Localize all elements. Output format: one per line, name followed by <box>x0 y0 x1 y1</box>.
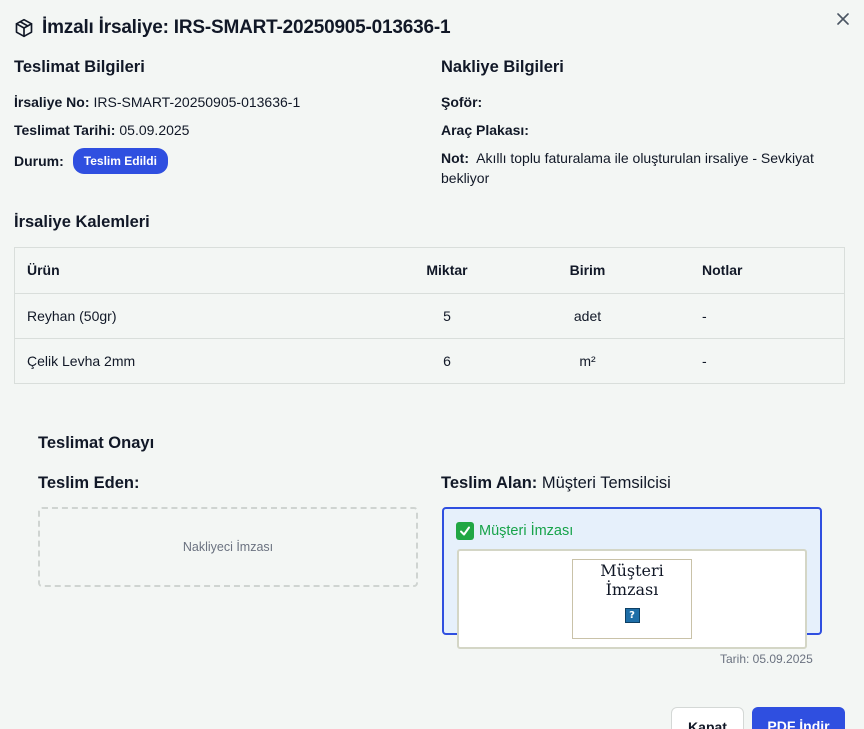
table-row: Çelik Levha 2mm 6 m² - <box>15 338 844 383</box>
cell-urun: Reyhan (50gr) <box>15 293 409 339</box>
not-row: Not: Akıllı toplu faturalama ile oluştur… <box>441 148 851 188</box>
arac-plakasi-label: Araç Plakası: <box>441 122 529 138</box>
deliverer-signature-box: Nakliyeci İmzası <box>38 507 418 587</box>
receiver-signature-title: Müşteri İmzası <box>479 523 574 539</box>
column-header-urun: Ürün <box>15 248 409 294</box>
items-title: İrsaliye Kalemleri <box>14 213 150 231</box>
teslim-eden-label: Teslim Eden: <box>38 474 140 492</box>
cell-urun: Çelik Levha 2mm <box>27 352 136 369</box>
teslim-alan-row: Teslim Alan: Müşteri Temsilcisi <box>441 474 671 493</box>
signature-frame: Müşteri İmzası ? <box>457 549 807 649</box>
teslimat-tarihi-row: Teslimat Tarihi: 05.09.2025 <box>14 120 424 140</box>
table-header-row: Ürün Miktar Birim Notlar <box>15 248 844 294</box>
cell-notlar: - <box>690 293 844 339</box>
receiver-signature-header: Müşteri İmzası <box>456 522 573 540</box>
irsaliye-no-label: İrsaliye No: <box>14 94 90 110</box>
shipping-info-section: Nakliye Bilgileri Şoför: Araç Plakası: N… <box>441 58 851 196</box>
delivery-info-title: Teslimat Bilgileri <box>14 58 145 76</box>
column-header-birim: Birim <box>485 248 690 294</box>
page-title: İmzalı İrsaliye: IRS-SMART-20250905-0136… <box>42 17 451 38</box>
shipping-info-title: Nakliye Bilgileri <box>441 58 564 76</box>
table-row: Reyhan (50gr) 5 adet - <box>15 293 844 339</box>
package-icon <box>14 18 34 38</box>
approval-title: Teslimat Onayı <box>38 434 155 452</box>
close-button[interactable] <box>834 10 852 28</box>
close-dialog-button[interactable]: Kapat <box>671 707 744 729</box>
cell-birim: m² <box>579 352 596 369</box>
signature-date: Tarih: 05.09.2025 <box>720 652 813 666</box>
deliverer-signature-placeholder: Nakliyeci İmzası <box>182 540 274 554</box>
check-icon <box>456 522 474 540</box>
signature-image-alt: Müşteri İmzası <box>600 561 664 599</box>
column-header-notlar: Notlar <box>690 248 844 294</box>
delivery-info-section: Teslimat Bilgileri İrsaliye No: IRS-SMAR… <box>14 58 424 182</box>
durum-label: Durum: <box>14 153 64 169</box>
signature-image: Müşteri İmzası ? <box>572 559 692 639</box>
irsaliye-no-row: İrsaliye No: IRS-SMART-20250905-013636-1 <box>14 92 424 112</box>
column-header-miktar: Miktar <box>409 248 485 294</box>
teslimat-tarihi-label: Teslimat Tarihi: <box>14 122 116 138</box>
close-icon <box>837 13 849 25</box>
teslimat-tarihi-value: 05.09.2025 <box>119 122 190 138</box>
items-table: Ürün Miktar Birim Notlar Reyhan (50gr) 5… <box>14 247 845 384</box>
cell-miktar: 5 <box>409 293 485 339</box>
irsaliye-no-value: IRS-SMART-20250905-013636-1 <box>93 94 301 110</box>
not-value: Akıllı toplu faturalama ile oluşturulan … <box>441 150 814 186</box>
broken-image-icon: ? <box>624 608 640 623</box>
arac-plakasi-row: Araç Plakası: <box>441 120 851 140</box>
durum-row: Durum: Teslim Edildi <box>14 148 424 174</box>
title-row: İmzalı İrsaliye: IRS-SMART-20250905-0136… <box>14 17 451 39</box>
sofor-label: Şoför: <box>441 94 483 110</box>
cell-birim: adet <box>485 293 690 339</box>
teslim-alan-value: Müşteri Temsilcisi <box>541 474 671 492</box>
sofor-row: Şoför: <box>441 92 851 112</box>
status-badge: Teslim Edildi <box>72 148 168 174</box>
cell-notlar: - <box>702 352 707 369</box>
not-label: Not: <box>441 150 469 166</box>
download-pdf-button[interactable]: PDF İndir <box>752 707 845 729</box>
cell-miktar: 6 <box>443 352 451 369</box>
teslim-alan-label: Teslim Alan: <box>441 474 538 492</box>
